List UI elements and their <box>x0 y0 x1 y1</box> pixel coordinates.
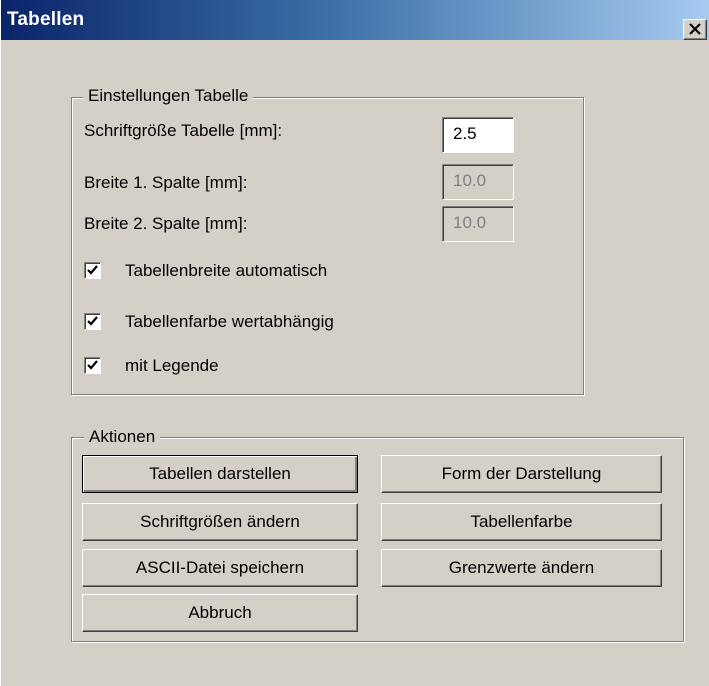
actions-group-legend: Aktionen <box>84 427 161 447</box>
value-color-checkbox[interactable] <box>84 313 101 330</box>
col1-width-label: Breite 1. Spalte [mm]: <box>84 173 248 192</box>
font-size-input[interactable]: 2.5 <box>442 117 514 153</box>
col2-width-input[interactable]: 10.0 <box>442 206 514 242</box>
auto-width-label: Tabellenbreite automatisch <box>125 261 328 280</box>
col2-width-label: Breite 2. Spalte [mm]: <box>84 214 248 233</box>
checkmark-icon <box>87 360 98 370</box>
tabellen-dialog: Tabellen Einstellungen Tabelle Schriftgr… <box>0 0 709 686</box>
col1-width-input[interactable]: 10.0 <box>442 164 514 200</box>
save-ascii-button[interactable]: ASCII-Datei speichern <box>82 549 358 587</box>
change-limits-button[interactable]: Grenzwerte ändern <box>381 549 662 587</box>
auto-width-checkbox[interactable] <box>84 262 101 279</box>
close-icon <box>689 23 701 35</box>
checkmark-icon <box>87 316 98 326</box>
settings-group-legend: Einstellungen Tabelle <box>83 86 254 106</box>
font-size-label: Schriftgröße Tabelle [mm]: <box>84 121 283 140</box>
window-title: Tabellen <box>7 9 85 30</box>
show-tables-button[interactable]: Tabellen darstellen <box>82 455 358 493</box>
value-color-label: Tabellenfarbe wertabhängig <box>125 312 334 331</box>
change-font-sizes-button[interactable]: Schriftgrößen ändern <box>82 503 358 541</box>
title-bar[interactable]: Tabellen <box>1 0 709 40</box>
table-color-button[interactable]: Tabellenfarbe <box>381 503 662 541</box>
checkmark-icon <box>87 265 98 275</box>
legend-label: mit Legende <box>125 356 219 375</box>
display-form-button[interactable]: Form der Darstellung <box>381 455 662 493</box>
legend-checkbox[interactable] <box>84 357 101 374</box>
cancel-button[interactable]: Abbruch <box>82 594 358 632</box>
close-button[interactable] <box>683 19 707 40</box>
